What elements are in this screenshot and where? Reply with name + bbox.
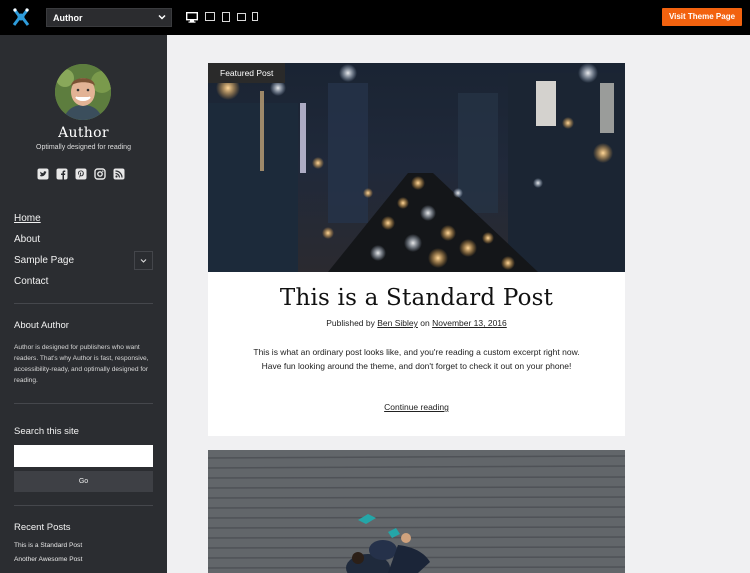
theme-preview-bar: Author Visit Theme Page: [0, 0, 750, 35]
featured-post-label: Featured Post: [208, 63, 286, 83]
post-title[interactable]: This is a Standard Post: [208, 285, 625, 311]
recent-post-link[interactable]: This is a Standard Post: [14, 542, 82, 549]
continue-reading-link[interactable]: Continue reading: [208, 402, 625, 412]
nav-sample-page[interactable]: Sample Page: [14, 255, 74, 266]
about-widget-text: Author is designed for publishers who wa…: [14, 344, 149, 384]
recent-post-link[interactable]: Another Awesome Post: [14, 556, 82, 563]
post-meta-prefix: Published by: [326, 318, 375, 328]
avatar-photo: [55, 64, 111, 120]
desktop-icon[interactable]: [186, 12, 198, 23]
divider: [14, 505, 153, 506]
recent-posts-title: Recent Posts: [14, 522, 71, 533]
laptop-icon[interactable]: [205, 12, 215, 21]
social-icons: [37, 168, 137, 181]
facebook-icon[interactable]: [56, 168, 68, 180]
post-author-link[interactable]: Ben Sibley: [377, 318, 418, 328]
pinterest-icon[interactable]: [75, 168, 87, 180]
divider: [14, 303, 153, 304]
search-widget-title: Search this site: [14, 426, 79, 437]
nav-about[interactable]: About: [14, 234, 40, 245]
featured-image[interactable]: Featured Post: [208, 63, 625, 272]
visit-theme-page-button[interactable]: Visit Theme Page: [662, 8, 742, 26]
post-card: Featured Post This is a Standard Post Pu…: [208, 63, 625, 436]
submenu-toggle-button[interactable]: [134, 251, 153, 270]
boardwalk-photo: [208, 450, 625, 573]
rss-icon[interactable]: [113, 168, 125, 180]
avatar[interactable]: [55, 64, 111, 120]
chevron-down-icon: [140, 259, 147, 263]
search-input[interactable]: [14, 445, 153, 467]
twitter-icon[interactable]: [37, 168, 49, 180]
sidebar: Author Optimally designed for reading Ho…: [0, 35, 167, 573]
theme-select[interactable]: Author: [46, 8, 172, 27]
about-widget-title: About Author: [14, 320, 69, 331]
nav-contact[interactable]: Contact: [14, 276, 48, 287]
phone-icon[interactable]: [252, 12, 258, 21]
instagram-icon[interactable]: [94, 168, 106, 180]
theme-logo-icon[interactable]: [12, 7, 30, 27]
post-meta-on: on: [420, 318, 430, 328]
city-night-photo: [208, 63, 625, 272]
tablet-small-icon[interactable]: [237, 13, 246, 21]
post-meta: Published by Ben Sibley on November 13, …: [208, 318, 625, 328]
site-tagline: Optimally designed for reading: [36, 144, 131, 151]
nav-home[interactable]: Home: [14, 213, 41, 224]
tablet-icon[interactable]: [222, 12, 230, 22]
divider: [14, 403, 153, 404]
theme-select-value: Author: [53, 13, 83, 23]
search-go-button[interactable]: Go: [14, 471, 153, 492]
second-post-image[interactable]: [208, 450, 625, 573]
chevron-down-icon: [158, 14, 166, 20]
post-excerpt: This is what an ordinary post looks like…: [253, 347, 580, 371]
site-title[interactable]: Author: [0, 125, 167, 141]
post-date-link[interactable]: November 13, 2016: [432, 318, 507, 328]
